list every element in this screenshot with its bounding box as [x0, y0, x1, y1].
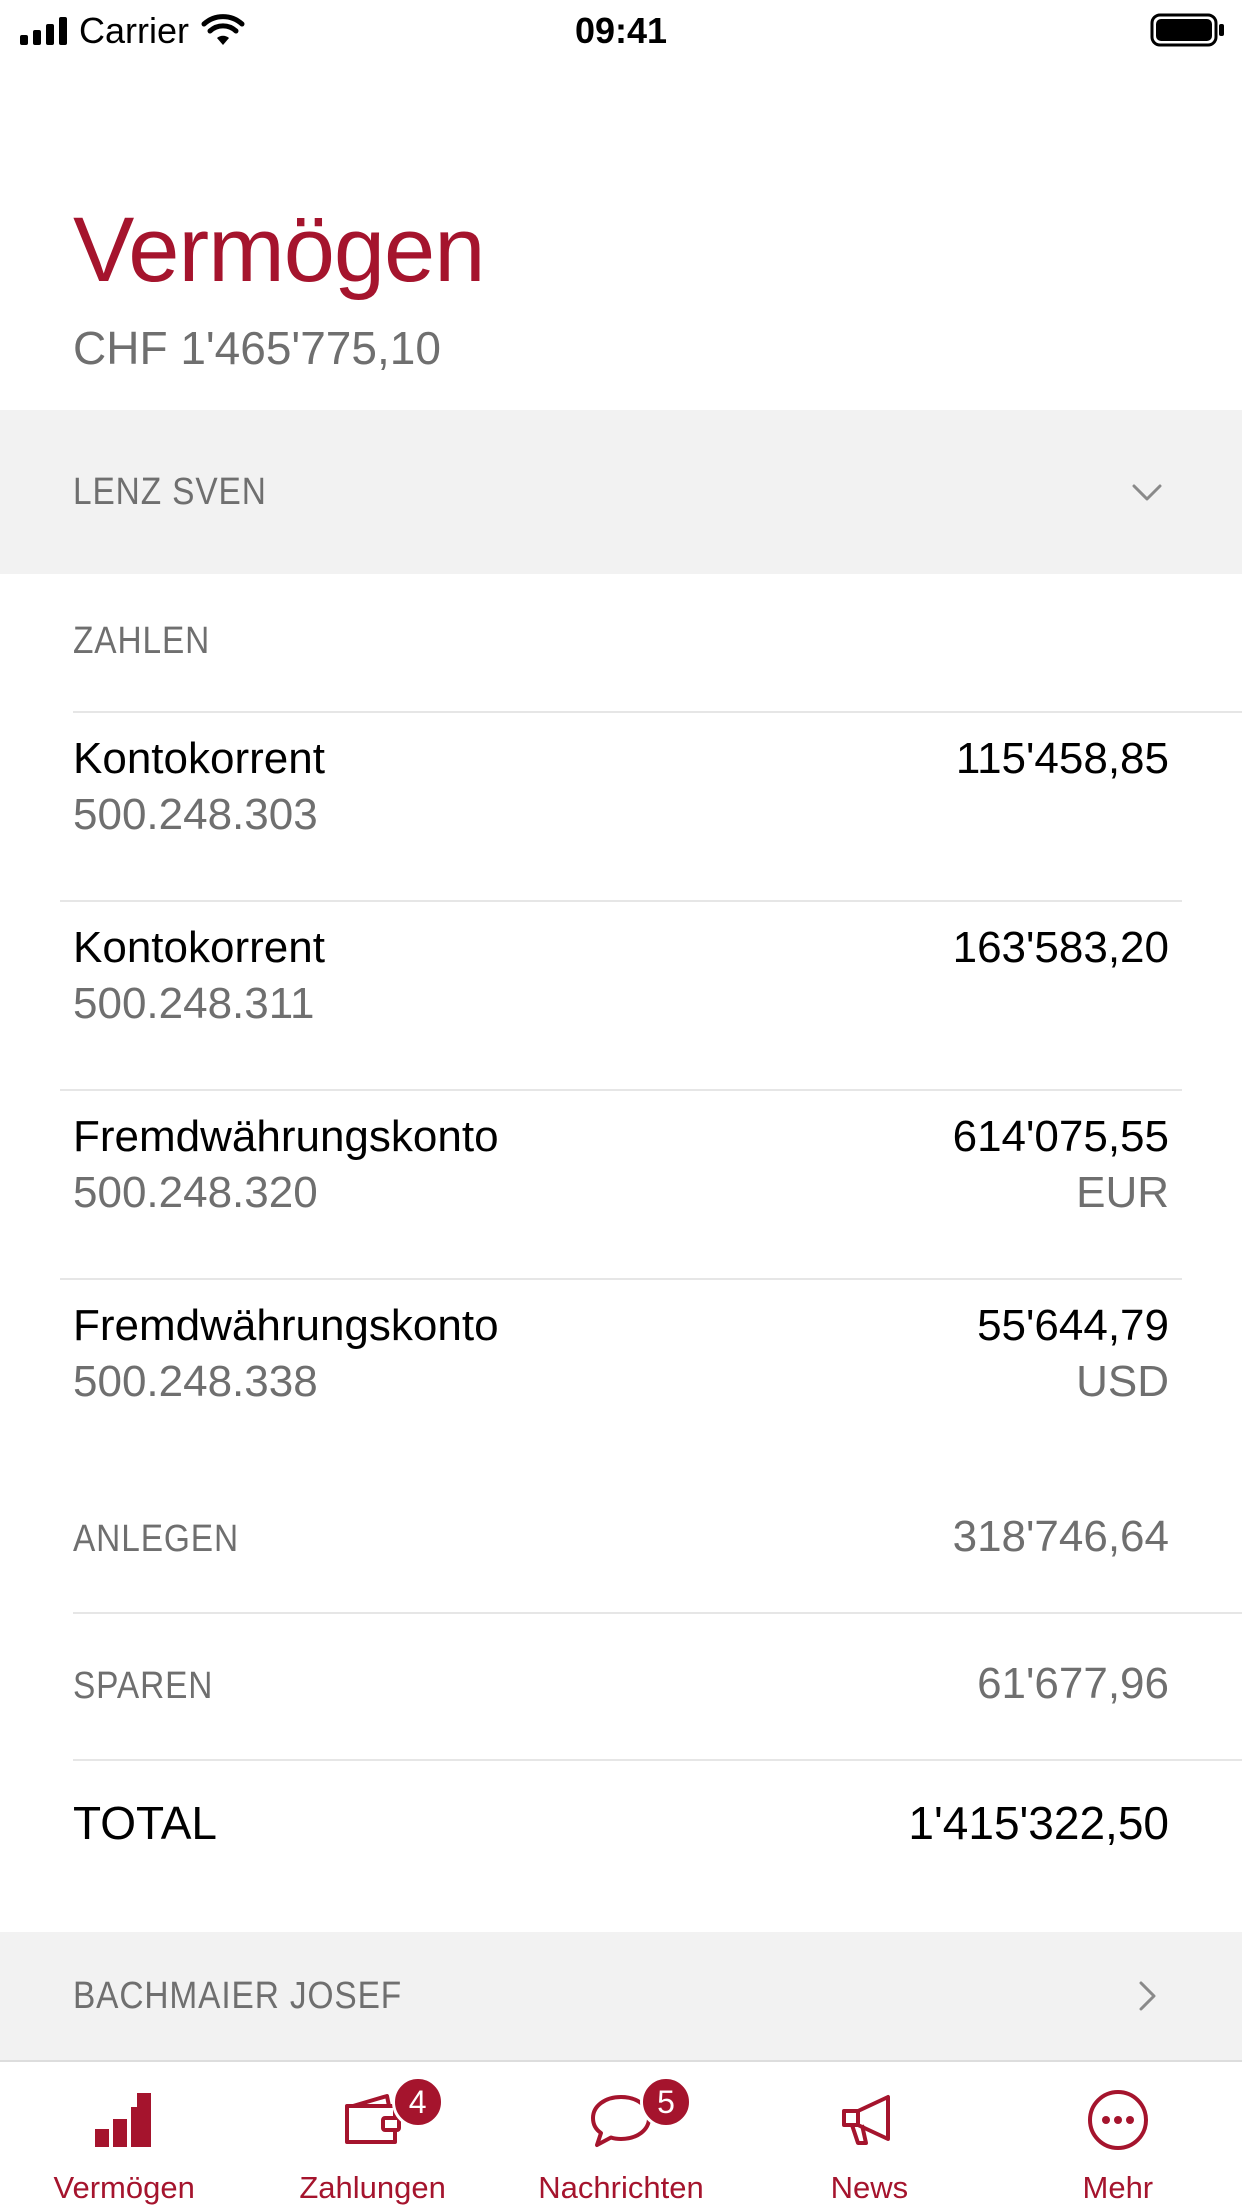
tab-vermoegen[interactable]: Vermögen	[0, 2062, 248, 2208]
chevron-down-icon	[1132, 484, 1162, 501]
tab-label: Nachrichten	[538, 2170, 704, 2205]
account-amount: 163'583,20	[952, 923, 1169, 972]
account-name: Fremdwährungskonto	[73, 1112, 499, 1161]
divider	[60, 1278, 1182, 1280]
group-header-lenz-sven[interactable]: LENZ SVEN	[0, 410, 1242, 574]
section-label-zahlen: ZAHLEN	[73, 620, 211, 662]
megaphone-icon	[842, 2095, 891, 2145]
account-number: 500.248.303	[73, 790, 318, 839]
tab-news[interactable]: News	[745, 2062, 993, 2208]
status-time: 09:41	[574, 10, 668, 51]
divider	[73, 1759, 1242, 1761]
notification-badge: 4	[391, 2076, 444, 2128]
account-amount: 115'458,85	[955, 734, 1169, 783]
more-icon	[1087, 2090, 1148, 2150]
account-row[interactable]: Kontokorrent 500.248.311 163'583,20	[0, 903, 1242, 1091]
account-name: Fremdwährungskonto	[73, 1301, 499, 1350]
total-label: TOTAL	[73, 1797, 217, 1849]
account-row[interactable]: Fremdwährungskonto 500.248.338 55'644,79…	[0, 1281, 1242, 1469]
group-name: LENZ SVEN	[73, 470, 267, 513]
tab-label: Vermögen	[53, 2170, 195, 2205]
tab-zahlungen[interactable]: 4 Zahlungen	[248, 2062, 496, 2208]
account-amount: 55'644,79	[977, 1301, 1169, 1350]
section-value-sparen: 61'677,96	[977, 1659, 1169, 1708]
account-currency: USD	[1076, 1357, 1169, 1406]
tab-label: Zahlungen	[299, 2170, 446, 2205]
tab-mehr[interactable]: Mehr	[994, 2062, 1242, 2208]
bar-chart-icon	[95, 2093, 152, 2147]
group-name: BACHMAIER JOSEF	[73, 1974, 403, 2017]
divider	[73, 711, 1242, 713]
section-label-sparen[interactable]: SPAREN	[73, 1665, 213, 1708]
account-name: Kontokorrent	[73, 923, 325, 972]
account-row[interactable]: Fremdwährungskonto 500.248.320 614'075,5…	[0, 1092, 1242, 1280]
tab-label: Mehr	[1082, 2170, 1154, 2205]
account-number: 500.248.338	[73, 1357, 318, 1406]
page-header: Vermögen	[73, 195, 485, 305]
notification-badge: 5	[640, 2076, 693, 2128]
tab-nachrichten[interactable]: 5 Nachrichten	[497, 2062, 745, 2208]
divider	[60, 1089, 1182, 1091]
account-amount: 614'075,55	[952, 1112, 1169, 1161]
chevron-right-icon	[1139, 1981, 1156, 2011]
account-number: 500.248.311	[73, 979, 315, 1028]
page-title: Vermögen	[73, 199, 485, 301]
account-number: 500.248.320	[73, 1168, 318, 1217]
section-value-anlegen: 318'746,64	[952, 1512, 1169, 1561]
tab-label: News	[830, 2170, 909, 2205]
account-currency: EUR	[1076, 1168, 1169, 1217]
tab-bar: Vermögen 4 Zahlungen 5 Nachrichten News …	[0, 2060, 1242, 2208]
account-name: Kontokorrent	[73, 734, 325, 783]
section-label-anlegen[interactable]: ANLEGEN	[73, 1518, 239, 1561]
status-bar: Carrier 09:41	[0, 0, 1242, 62]
divider	[73, 1612, 1242, 1614]
group-header-bachmaier-josef[interactable]: BACHMAIER JOSEF	[0, 1932, 1242, 2060]
account-row[interactable]: Kontokorrent 500.248.303 115'458,85	[0, 714, 1242, 902]
total-value: 1'415'322,50	[908, 1797, 1169, 1849]
battery-icon	[1150, 13, 1224, 47]
divider	[60, 900, 1182, 902]
total-wealth: CHF 1'465'775,10	[73, 322, 441, 374]
